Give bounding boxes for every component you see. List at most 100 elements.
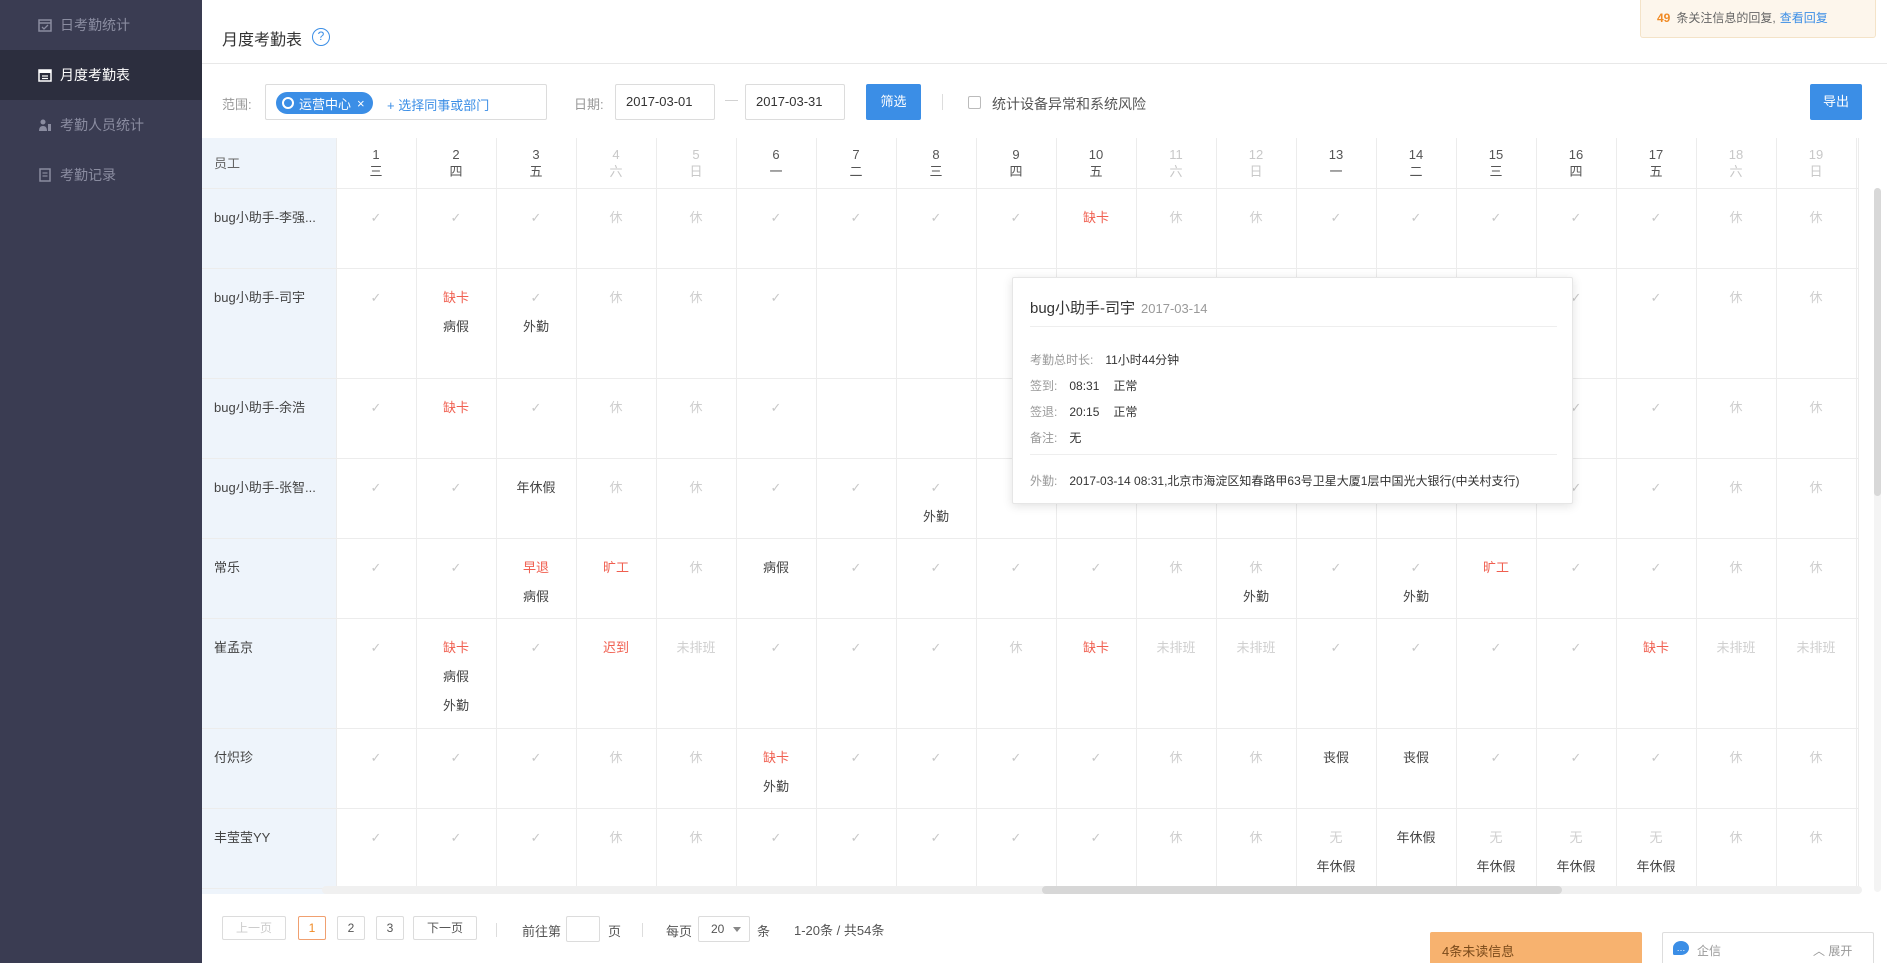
attendance-cell[interactable]: ✓: [1536, 618, 1617, 729]
attendance-cell[interactable]: ✓: [1376, 188, 1457, 269]
attendance-cell[interactable]: 休: [1776, 728, 1857, 809]
attendance-cell[interactable]: 休: [656, 538, 737, 619]
goto-page-input[interactable]: [566, 916, 600, 942]
attendance-cell[interactable]: 休: [1216, 188, 1297, 269]
attendance-cell[interactable]: ✓: [1616, 458, 1697, 539]
attendance-cell[interactable]: 休: [576, 268, 657, 379]
attendance-cell[interactable]: ✓: [1456, 188, 1537, 269]
attendance-cell[interactable]: 无年休假: [1536, 808, 1617, 889]
attendance-cell[interactable]: 休: [1696, 188, 1777, 269]
attendance-cell[interactable]: ✓: [416, 458, 497, 539]
attendance-cell[interactable]: ✓: [336, 268, 417, 379]
attendance-cell[interactable]: [816, 378, 897, 459]
attendance-cell[interactable]: ✓: [1536, 538, 1617, 619]
attendance-cell[interactable]: 休: [1216, 808, 1297, 889]
attendance-cell[interactable]: 休: [656, 378, 737, 459]
attendance-cell[interactable]: 休: [1136, 538, 1217, 619]
attendance-cell[interactable]: ✓: [1456, 728, 1537, 809]
attendance-cell[interactable]: ✓: [896, 808, 977, 889]
employee-name[interactable]: 付炽珍: [202, 728, 337, 809]
attendance-cell[interactable]: ✓: [976, 538, 1057, 619]
attendance-cell[interactable]: ✓: [736, 808, 817, 889]
filter-button[interactable]: 筛选: [866, 84, 921, 120]
attendance-cell[interactable]: 无年休假: [1296, 808, 1377, 889]
attendance-cell[interactable]: ✓ 外勤: [496, 268, 577, 379]
attendance-cell[interactable]: ✓: [1296, 538, 1377, 619]
attendance-cell[interactable]: ✓: [496, 728, 577, 809]
attendance-cell[interactable]: ✓: [416, 808, 497, 889]
attendance-cell[interactable]: 休外勤: [1216, 538, 1297, 619]
attendance-cell[interactable]: ✓: [1456, 618, 1537, 729]
attendance-cell[interactable]: ✓: [1616, 728, 1697, 809]
attendance-cell[interactable]: 旷工: [1456, 538, 1537, 619]
prev-page-button[interactable]: 上一页: [222, 916, 286, 940]
attendance-cell[interactable]: ✓: [1296, 618, 1377, 729]
attendance-cell[interactable]: ✓: [1616, 538, 1697, 619]
attendance-cell[interactable]: 休: [1696, 728, 1777, 809]
attendance-cell[interactable]: 旷工: [576, 538, 657, 619]
unread-messages-bar[interactable]: 4条未读信息: [1430, 932, 1642, 963]
sidebar-item-monthly-attendance[interactable]: 月度考勤表: [0, 50, 202, 100]
attendance-cell[interactable]: 年休假: [496, 458, 577, 539]
sidebar-item-records[interactable]: 考勤记录: [0, 150, 202, 200]
attendance-cell[interactable]: ✓: [736, 618, 817, 729]
attendance-cell[interactable]: 无年休假: [1456, 808, 1537, 889]
attendance-cell[interactable]: 未排班: [1216, 618, 1297, 729]
attendance-cell[interactable]: 休: [576, 808, 657, 889]
attendance-cell[interactable]: ✓: [336, 728, 417, 809]
attendance-cell[interactable]: 休: [576, 188, 657, 269]
attendance-cell[interactable]: 缺卡: [1616, 618, 1697, 729]
export-button[interactable]: 导出: [1810, 84, 1862, 120]
attendance-cell[interactable]: ✓: [496, 618, 577, 729]
attendance-cell[interactable]: ✓: [896, 618, 977, 729]
attendance-cell[interactable]: ✓: [1296, 188, 1377, 269]
attendance-cell[interactable]: ✓: [736, 378, 817, 459]
chat-bar[interactable]: … 企信 ︿ 展开: [1662, 932, 1874, 963]
device-risk-checkbox[interactable]: [968, 96, 981, 109]
attendance-cell[interactable]: ✓: [336, 808, 417, 889]
sidebar-item-daily-stats[interactable]: 日考勤统计: [0, 0, 202, 50]
attendance-cell[interactable]: 休: [1696, 268, 1777, 379]
employee-name[interactable]: bug小助手-余浩: [202, 378, 337, 459]
page-size-select[interactable]: 20: [698, 916, 750, 942]
attendance-cell[interactable]: ✓: [976, 728, 1057, 809]
attendance-cell[interactable]: 休: [656, 268, 737, 379]
attendance-cell[interactable]: ✓: [736, 458, 817, 539]
attendance-cell[interactable]: 休: [1776, 538, 1857, 619]
employee-name[interactable]: 崔孟京: [202, 618, 337, 729]
employee-name[interactable]: bug小助手-张智...: [202, 458, 337, 539]
employee-name[interactable]: bug小助手-司宇: [202, 268, 337, 379]
attendance-cell[interactable]: 未排班: [1696, 618, 1777, 729]
attendance-cell[interactable]: [896, 268, 977, 379]
attendance-cell[interactable]: 缺卡外勤: [736, 728, 817, 809]
attendance-cell[interactable]: ✓: [736, 268, 817, 379]
attendance-cell[interactable]: ✓: [336, 458, 417, 539]
attendance-cell[interactable]: 休: [576, 728, 657, 809]
attendance-cell[interactable]: ✓: [336, 618, 417, 729]
attendance-cell[interactable]: ✓: [816, 728, 897, 809]
attendance-cell[interactable]: ✓: [816, 618, 897, 729]
attendance-cell[interactable]: 缺卡: [1056, 618, 1137, 729]
attendance-cell[interactable]: ✓: [416, 728, 497, 809]
attendance-cell[interactable]: ✓ 外勤: [1376, 538, 1457, 619]
attendance-cell[interactable]: [896, 378, 977, 459]
attendance-cell[interactable]: ✓: [336, 538, 417, 619]
attendance-cell[interactable]: ✓: [816, 538, 897, 619]
employee-name[interactable]: 常乐: [202, 538, 337, 619]
next-page-button[interactable]: 下一页: [413, 916, 477, 940]
attendance-cell[interactable]: ✓: [336, 378, 417, 459]
expand-button[interactable]: ︿ 展开: [1813, 942, 1852, 959]
attendance-cell[interactable]: 休: [976, 618, 1057, 729]
attendance-cell[interactable]: 休: [656, 728, 737, 809]
attendance-cell[interactable]: 迟到: [576, 618, 657, 729]
attendance-cell[interactable]: ✓: [416, 188, 497, 269]
attendance-cell[interactable]: ✓: [496, 188, 577, 269]
attendance-cell[interactable]: ✓: [1616, 268, 1697, 379]
attendance-cell[interactable]: ✓: [1056, 808, 1137, 889]
attendance-cell[interactable]: 休: [1696, 378, 1777, 459]
attendance-cell[interactable]: 休: [656, 458, 737, 539]
help-icon[interactable]: ?: [312, 28, 330, 46]
attendance-cell[interactable]: ✓: [896, 728, 977, 809]
attendance-cell[interactable]: 休: [576, 458, 657, 539]
scrollbar-thumb[interactable]: [1042, 886, 1562, 894]
